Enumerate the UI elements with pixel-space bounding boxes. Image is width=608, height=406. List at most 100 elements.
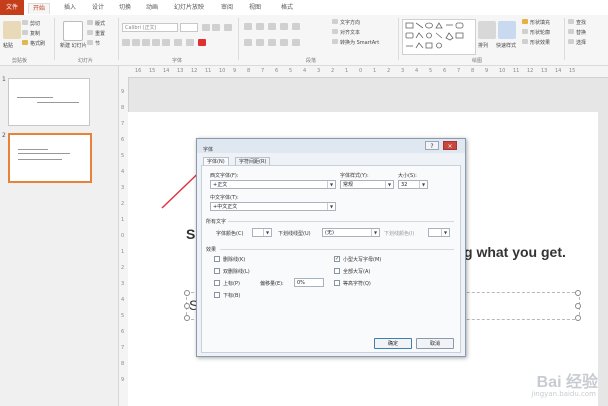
font-name-combo[interactable]: Calibri (正文) [122, 23, 178, 32]
resize-handle[interactable] [575, 290, 581, 296]
strikethrough-icon[interactable] [162, 39, 170, 46]
chevron-down-icon[interactable]: ▼ [385, 181, 393, 188]
tab-file[interactable]: 文件 [0, 0, 24, 15]
underline-style-select[interactable]: (无) ▼ [322, 228, 380, 237]
char-spacing-icon[interactable] [174, 39, 182, 46]
offset-input[interactable]: 0% [294, 278, 324, 287]
slide-text-right[interactable]: g what you get. [464, 244, 566, 260]
slide-text-left[interactable]: S [186, 226, 195, 242]
all-caps-checkbox[interactable] [334, 268, 340, 274]
paste-icon[interactable] [3, 21, 21, 39]
align-center-icon[interactable] [256, 39, 264, 46]
columns-icon[interactable] [292, 39, 300, 46]
shape-effects-button[interactable]: 形状效果 [530, 39, 550, 46]
quick-styles-button[interactable]: 快速样式 [496, 42, 516, 49]
tab-transitions[interactable]: 切换 [119, 3, 131, 13]
cancel-button[interactable]: 取消 [416, 338, 454, 349]
resize-handle[interactable] [575, 315, 581, 321]
tab-animations[interactable]: 动画 [146, 3, 158, 13]
increase-indent-icon[interactable] [280, 23, 288, 30]
text-direction-button[interactable]: 文字方向 [340, 19, 360, 26]
ruler-mark: 8 [247, 68, 251, 74]
quick-styles-icon[interactable] [498, 21, 516, 39]
section-button[interactable]: 节 [95, 40, 100, 47]
ok-button[interactable]: 确定 [374, 338, 412, 349]
shadow-icon[interactable] [152, 39, 160, 46]
resize-handle[interactable] [184, 303, 190, 309]
find-button[interactable]: 查找 [576, 19, 586, 26]
tab-format[interactable]: 格式 [281, 3, 293, 13]
bold-icon[interactable] [122, 39, 130, 46]
copy-button[interactable]: 复制 [30, 30, 40, 37]
shape-outline-button[interactable]: 形状轮廓 [530, 29, 550, 36]
superscript-checkbox[interactable] [214, 280, 220, 286]
shape-outline-icon [522, 29, 528, 34]
paste-button[interactable]: 粘贴 [3, 42, 13, 49]
chevron-down-icon[interactable]: ▼ [419, 181, 427, 188]
tab-home[interactable]: 开始 [28, 3, 51, 14]
chevron-down-icon[interactable]: ▼ [327, 181, 335, 188]
asian-font-select[interactable]: +中文正文 ▼ [210, 202, 336, 211]
clear-format-icon[interactable] [224, 24, 232, 31]
arrange-icon[interactable] [478, 21, 496, 39]
align-text-button[interactable]: 对齐文本 [340, 29, 360, 36]
dialog-title-bar: 字体 ? × [197, 139, 465, 153]
font-color-picker[interactable]: ▼ [252, 228, 272, 237]
select-button[interactable]: 选择 [576, 39, 586, 46]
equalize-height-checkbox[interactable] [334, 280, 340, 286]
line-spacing-icon[interactable] [292, 23, 300, 30]
tab-design[interactable]: 设计 [92, 3, 104, 13]
new-slide-button[interactable]: 新建 幻灯片 [60, 42, 87, 49]
slide-thumbnail-1[interactable] [8, 78, 90, 126]
double-strikethrough-checkbox[interactable] [214, 268, 220, 274]
size-input[interactable]: 32 ▼ [398, 180, 428, 189]
resize-handle[interactable] [575, 303, 581, 309]
smartart-button[interactable]: 转换为 SmartArt [340, 39, 379, 46]
justify-icon[interactable] [280, 39, 288, 46]
shrink-font-icon[interactable] [212, 24, 220, 31]
grow-font-icon[interactable] [202, 24, 210, 31]
western-font-select[interactable]: +正文 ▼ [210, 180, 336, 189]
chevron-down-icon[interactable]: ▼ [441, 229, 449, 236]
resize-handle[interactable] [184, 290, 190, 296]
decrease-indent-icon[interactable] [268, 23, 276, 30]
underline-color-label: 下划线颜色(I) [384, 231, 415, 237]
slide-thumbnail-2[interactable] [8, 133, 92, 183]
change-case-icon[interactable] [186, 39, 194, 46]
ruler-mark: 16 [135, 68, 142, 74]
close-button[interactable]: × [443, 141, 457, 150]
underline-icon[interactable] [142, 39, 150, 46]
underline-color-picker[interactable]: ▼ [428, 228, 450, 237]
italic-icon[interactable] [132, 39, 140, 46]
arrange-button[interactable]: 排列 [478, 42, 488, 49]
align-right-icon[interactable] [268, 39, 276, 46]
layout-button[interactable]: 版式 [95, 20, 105, 27]
subscript-checkbox[interactable] [214, 292, 220, 298]
tab-insert[interactable]: 插入 [64, 3, 76, 13]
tab-slideshow[interactable]: 幻灯片放映 [174, 3, 204, 13]
align-left-icon[interactable] [244, 39, 252, 46]
chevron-down-icon[interactable]: ▼ [263, 229, 271, 236]
font-color-icon[interactable] [198, 39, 206, 46]
strikethrough-checkbox[interactable] [214, 256, 220, 262]
bullets-icon[interactable] [244, 23, 252, 30]
help-button[interactable]: ? [425, 141, 439, 150]
format-painter-button[interactable]: 格式刷 [30, 40, 45, 47]
cut-button[interactable]: 剪切 [30, 20, 40, 27]
font-style-select[interactable]: 常规 ▼ [340, 180, 394, 189]
tab-review[interactable]: 审阅 [221, 3, 233, 13]
reset-button[interactable]: 重置 [95, 30, 105, 37]
thumb-text-line [18, 159, 62, 160]
new-slide-icon[interactable] [63, 21, 83, 41]
chevron-down-icon[interactable]: ▼ [371, 229, 379, 236]
small-caps-checkbox[interactable]: ✓ [334, 256, 340, 262]
ruler-mark: 13 [541, 68, 548, 74]
shapes-gallery[interactable] [402, 19, 476, 55]
replace-button[interactable]: 替换 [576, 29, 586, 36]
font-size-combo[interactable] [180, 23, 198, 32]
resize-handle[interactable] [184, 315, 190, 321]
numbering-icon[interactable] [256, 23, 264, 30]
chevron-down-icon[interactable]: ▼ [327, 203, 335, 210]
tab-view[interactable]: 视图 [249, 3, 261, 13]
shape-fill-button[interactable]: 形状填充 [530, 19, 550, 26]
